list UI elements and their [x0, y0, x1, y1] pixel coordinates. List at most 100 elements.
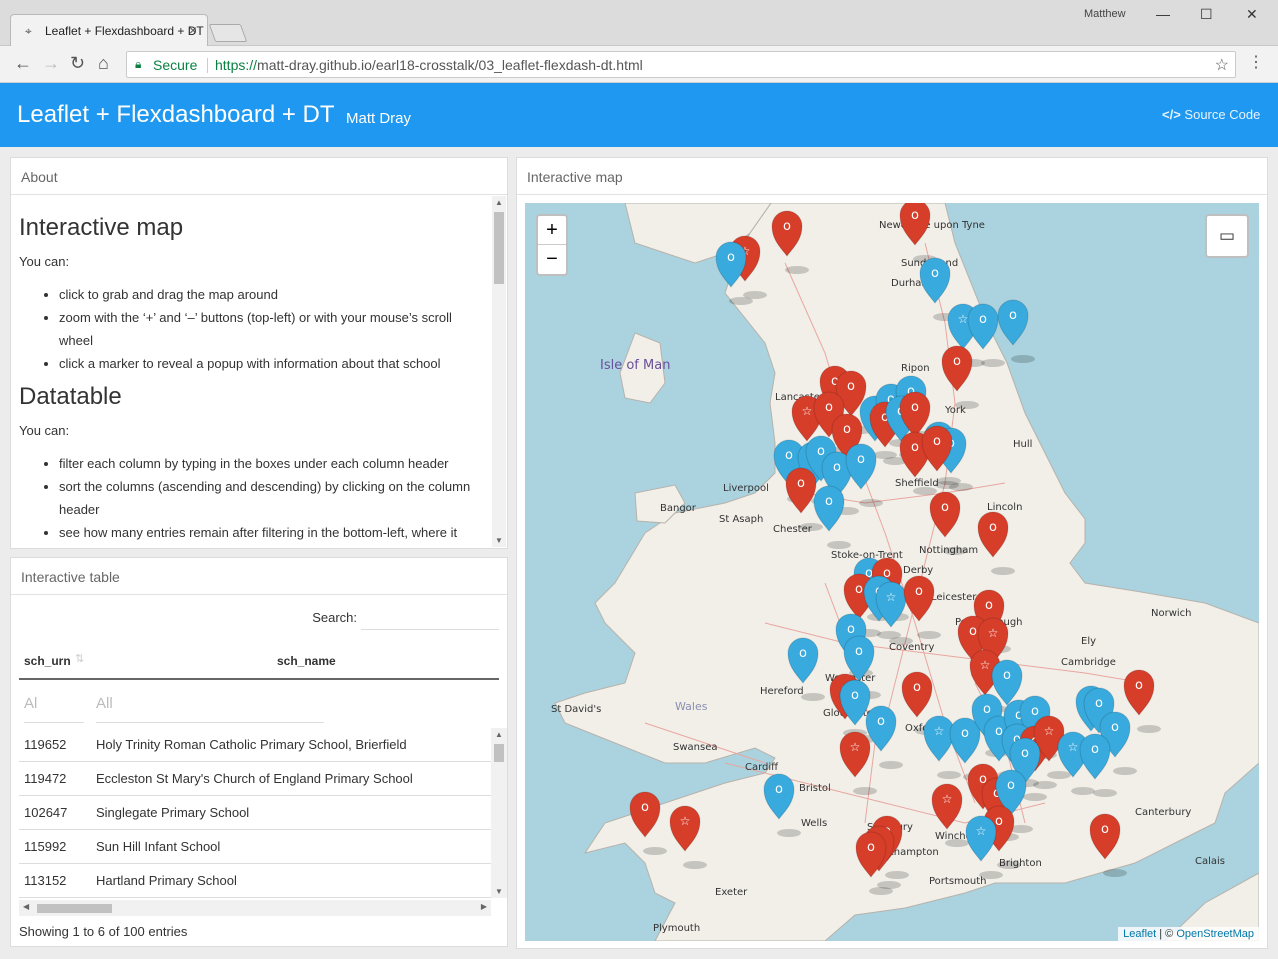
column-filters: Al All	[19, 682, 499, 723]
map-label: Ripon	[901, 363, 930, 374]
maximize-icon[interactable]: ☐	[1200, 6, 1213, 23]
home-icon[interactable]: ⌂	[98, 53, 109, 74]
marker-shadow	[889, 637, 913, 645]
map-label: Lincoln	[987, 502, 1022, 513]
leaflet-link[interactable]: Leaflet	[1123, 928, 1156, 940]
name-filter-input[interactable]: All	[96, 695, 324, 723]
scroll-thumb[interactable]	[37, 904, 112, 913]
marker-shadow	[937, 771, 961, 779]
circle-icon: o	[911, 440, 919, 455]
map-label: Newcastle upon Tyne	[879, 220, 985, 231]
marker-shadow	[729, 297, 753, 305]
circle-icon: o	[953, 354, 961, 369]
back-icon[interactable]: ←	[14, 53, 32, 74]
tab-title: Leaflet + Flexdashboard + DT	[45, 24, 204, 38]
code-icon: </>	[1162, 107, 1181, 122]
datatable-heading: Datatable	[19, 383, 122, 410]
circle-icon: o	[985, 598, 993, 613]
map-card: Interactive map Isle of ManSunderlandDur…	[516, 157, 1268, 949]
marker-shadow	[1137, 725, 1161, 733]
close-window-icon[interactable]: ✕	[1246, 6, 1258, 23]
cell-urn: 119472	[24, 771, 67, 786]
about-content[interactable]: Interactive map You can: click to grab a…	[11, 196, 491, 548]
scroll-up-icon[interactable]: ▲	[495, 730, 503, 739]
map-label: Exeter	[715, 887, 748, 898]
cell-urn: 102647	[24, 805, 68, 820]
zoom-out-button[interactable]: −	[538, 245, 566, 274]
profile-name[interactable]: Matthew	[1084, 8, 1126, 20]
circle-icon: o	[969, 624, 977, 639]
marker-shadow	[683, 861, 707, 869]
browser-tab[interactable]: ⌖ Leaflet + Flexdashboard + DT ×	[10, 14, 208, 46]
cell-name: Sun Hill Infant School	[96, 839, 221, 854]
osm-link[interactable]: OpenStreetMap	[1176, 928, 1254, 940]
column-header-name[interactable]: sch_name	[277, 654, 336, 668]
star-icon: ☆	[942, 792, 953, 806]
new-tab-button[interactable]	[208, 24, 248, 42]
list-item: see how many entries remain after filter…	[59, 521, 483, 544]
divider	[207, 58, 208, 73]
marker-shadow	[1113, 767, 1137, 775]
table-info: Showing 1 to 6 of 100 entries	[19, 924, 188, 939]
table-row[interactable]: 119652 Holy Trinity Roman Catholic Primar…	[19, 728, 491, 762]
zoom-in-button[interactable]: +	[538, 216, 566, 245]
marker-shadow	[799, 523, 823, 531]
marker-shadow	[917, 631, 941, 639]
map-label: Derby	[903, 565, 933, 576]
table-vertical-scrollbar[interactable]: ▲ ▼	[491, 728, 507, 898]
blue-school-marker[interactable]: o	[997, 299, 1035, 363]
url-text[interactable]: https://matt-dray.github.io/earl18-cross…	[215, 57, 643, 73]
scroll-right-icon[interactable]: ▶	[481, 902, 487, 911]
table-horizontal-scrollbar[interactable]: ◀ ▶	[19, 900, 491, 916]
location-pin-icon: ⌖	[25, 24, 32, 38]
kebab-menu-icon[interactable]: ⋮	[1248, 52, 1264, 72]
search-input[interactable]	[361, 606, 499, 630]
bookmark-star-icon[interactable]: ☆	[1215, 55, 1229, 75]
address-bar[interactable]: 🔒︎ Secure https://matt-dray.github.io/ea…	[126, 51, 1236, 78]
about-scrollbar[interactable]: ▲ ▼	[492, 196, 506, 547]
minimize-icon[interactable]: —	[1156, 6, 1170, 22]
source-code-link[interactable]: </> Source Code	[1162, 107, 1260, 122]
table-card-title: Interactive table	[11, 558, 507, 595]
circle-icon: o	[1095, 696, 1103, 711]
map-label: Sheffield	[895, 478, 939, 489]
list-item: sort the columns (ascending and descendi…	[59, 475, 483, 521]
circle-icon: o	[911, 400, 919, 415]
close-tab-icon[interactable]: ×	[189, 22, 197, 38]
star-icon: ☆	[680, 814, 691, 828]
scroll-down-icon[interactable]: ▼	[495, 887, 503, 896]
scroll-left-icon[interactable]: ◀	[23, 902, 29, 911]
circle-icon: o	[1111, 720, 1119, 735]
table-row[interactable]: 102647 Singlegate Primary School	[19, 796, 491, 830]
column-header-urn[interactable]: sch_urn	[24, 654, 71, 668]
table-row[interactable]: 115992 Sun Hill Infant School	[19, 830, 491, 864]
scroll-thumb[interactable]	[494, 744, 504, 762]
table-row[interactable]: 119472 Eccleston St Mary's Church of Engl…	[19, 762, 491, 796]
circle-icon: o	[847, 379, 855, 394]
scroll-thumb[interactable]	[494, 212, 504, 284]
lock-icon: 🔒︎	[135, 57, 142, 71]
cell-name: Holy Trinity Roman Catholic Primary Scho…	[96, 737, 407, 752]
forward-icon[interactable]: →	[42, 53, 60, 74]
browser-tabstrip: ⌖ Leaflet + Flexdashboard + DT × Matthew…	[0, 0, 1278, 46]
reload-icon[interactable]: ↻	[70, 53, 85, 74]
map-tiles[interactable]: Isle of ManSunderlandDurhamRiponYorkLanc…	[525, 203, 1259, 941]
map-label: Leicester	[931, 592, 977, 603]
table-card: Interactive table Search: sch_urn ⇅ sch_…	[10, 557, 508, 947]
scroll-up-icon[interactable]: ▲	[495, 198, 503, 207]
cell-name: Hartland Primary School	[96, 873, 237, 888]
leaflet-map[interactable]: Isle of ManSunderlandDurhamRiponYorkLanc…	[525, 203, 1259, 941]
author-name: Matt Dray	[346, 110, 412, 127]
urn-filter-input[interactable]: Al	[24, 695, 84, 723]
sort-icon[interactable]: ⇅	[75, 652, 84, 665]
circle-icon: o	[799, 646, 807, 661]
table-body: 119652 Holy Trinity Roman Catholic Primar…	[19, 728, 491, 898]
fullscreen-button[interactable]: ▭	[1205, 214, 1249, 258]
circle-icon: o	[855, 644, 863, 659]
marker-shadow	[801, 693, 825, 701]
table-row[interactable]: 113152 Hartland Primary School	[19, 864, 491, 898]
map-label: Plymouth	[653, 923, 700, 934]
scroll-down-icon[interactable]: ▼	[495, 536, 503, 545]
map-label: Hull	[1013, 439, 1032, 450]
map-label: St David's	[551, 704, 601, 715]
